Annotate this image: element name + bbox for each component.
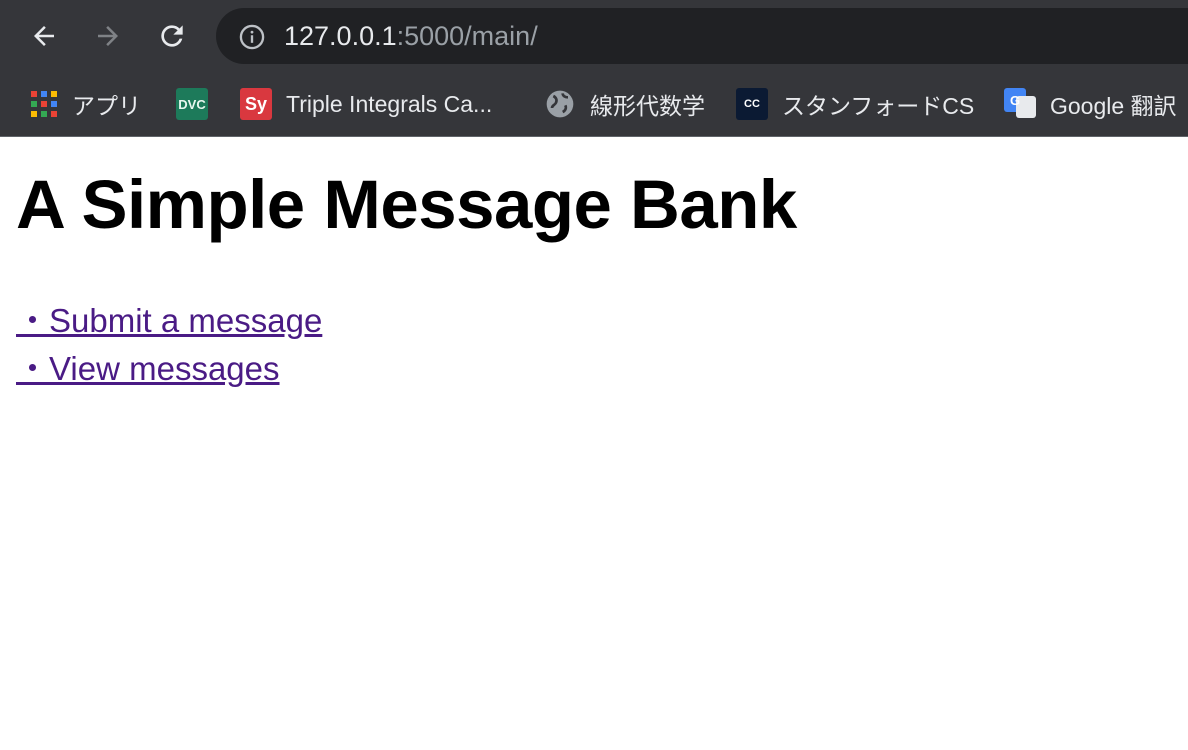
url-path: :5000/main/ <box>396 21 538 51</box>
bookmark-label: 線形代数学 <box>590 93 705 119</box>
bookmarks-bar: アプリ DVC Sy Triple Integrals Ca... 線形代数学 … <box>0 76 1188 132</box>
reload-button[interactable] <box>152 16 192 56</box>
reload-icon <box>161 25 183 47</box>
globe-icon <box>546 90 574 118</box>
submit-message-link[interactable]: ・Submit a message <box>16 297 322 345</box>
bookmark-linear-algebra[interactable]: 線形代数学 <box>544 88 705 120</box>
url-host: 127.0.0.1 <box>284 21 397 51</box>
bookmark-label: アプリ <box>72 93 141 119</box>
browser-chrome: 127.0.0.1:5000/main/ アプリ DVC Sy Triple I… <box>0 0 1188 137</box>
bookmark-label: Triple Integrals Ca... <box>286 90 493 117</box>
forward-button[interactable] <box>88 16 128 56</box>
bookmark-dvc[interactable]: DVC <box>176 88 208 120</box>
bookmark-label: スタンフォードCS <box>782 93 975 119</box>
back-button[interactable] <box>24 16 64 56</box>
nav-links: ・Submit a message ・View messages <box>16 297 322 393</box>
bookmark-stanford-cs[interactable]: CC スタンフォードCS <box>736 88 974 120</box>
arrow-left-icon <box>34 26 54 46</box>
bookmark-label: Google 翻訳 <box>1050 93 1177 119</box>
google-translate-icon: G <box>1004 88 1036 120</box>
url-text[interactable]: 127.0.0.1:5000/main/ <box>284 20 538 52</box>
cc-icon: CC <box>736 88 768 120</box>
browser-toolbar: 127.0.0.1:5000/main/ <box>0 0 1188 72</box>
page-title: A Simple Message Bank <box>16 166 797 243</box>
bookmark-google-translate[interactable]: G Google 翻訳 <box>1004 88 1177 120</box>
info-circle-icon[interactable] <box>238 23 266 51</box>
apps-grid-icon <box>31 91 57 117</box>
symbolab-icon: Sy <box>240 88 272 120</box>
bookmark-triple-integrals[interactable]: Sy Triple Integrals Ca... <box>240 88 492 120</box>
bookmark-apps[interactable]: アプリ <box>30 88 141 120</box>
view-messages-link[interactable]: ・View messages <box>16 345 322 393</box>
arrow-right-icon <box>98 26 118 46</box>
address-bar[interactable]: 127.0.0.1:5000/main/ <box>216 8 1188 64</box>
dvc-logo-icon: DVC <box>176 88 208 120</box>
